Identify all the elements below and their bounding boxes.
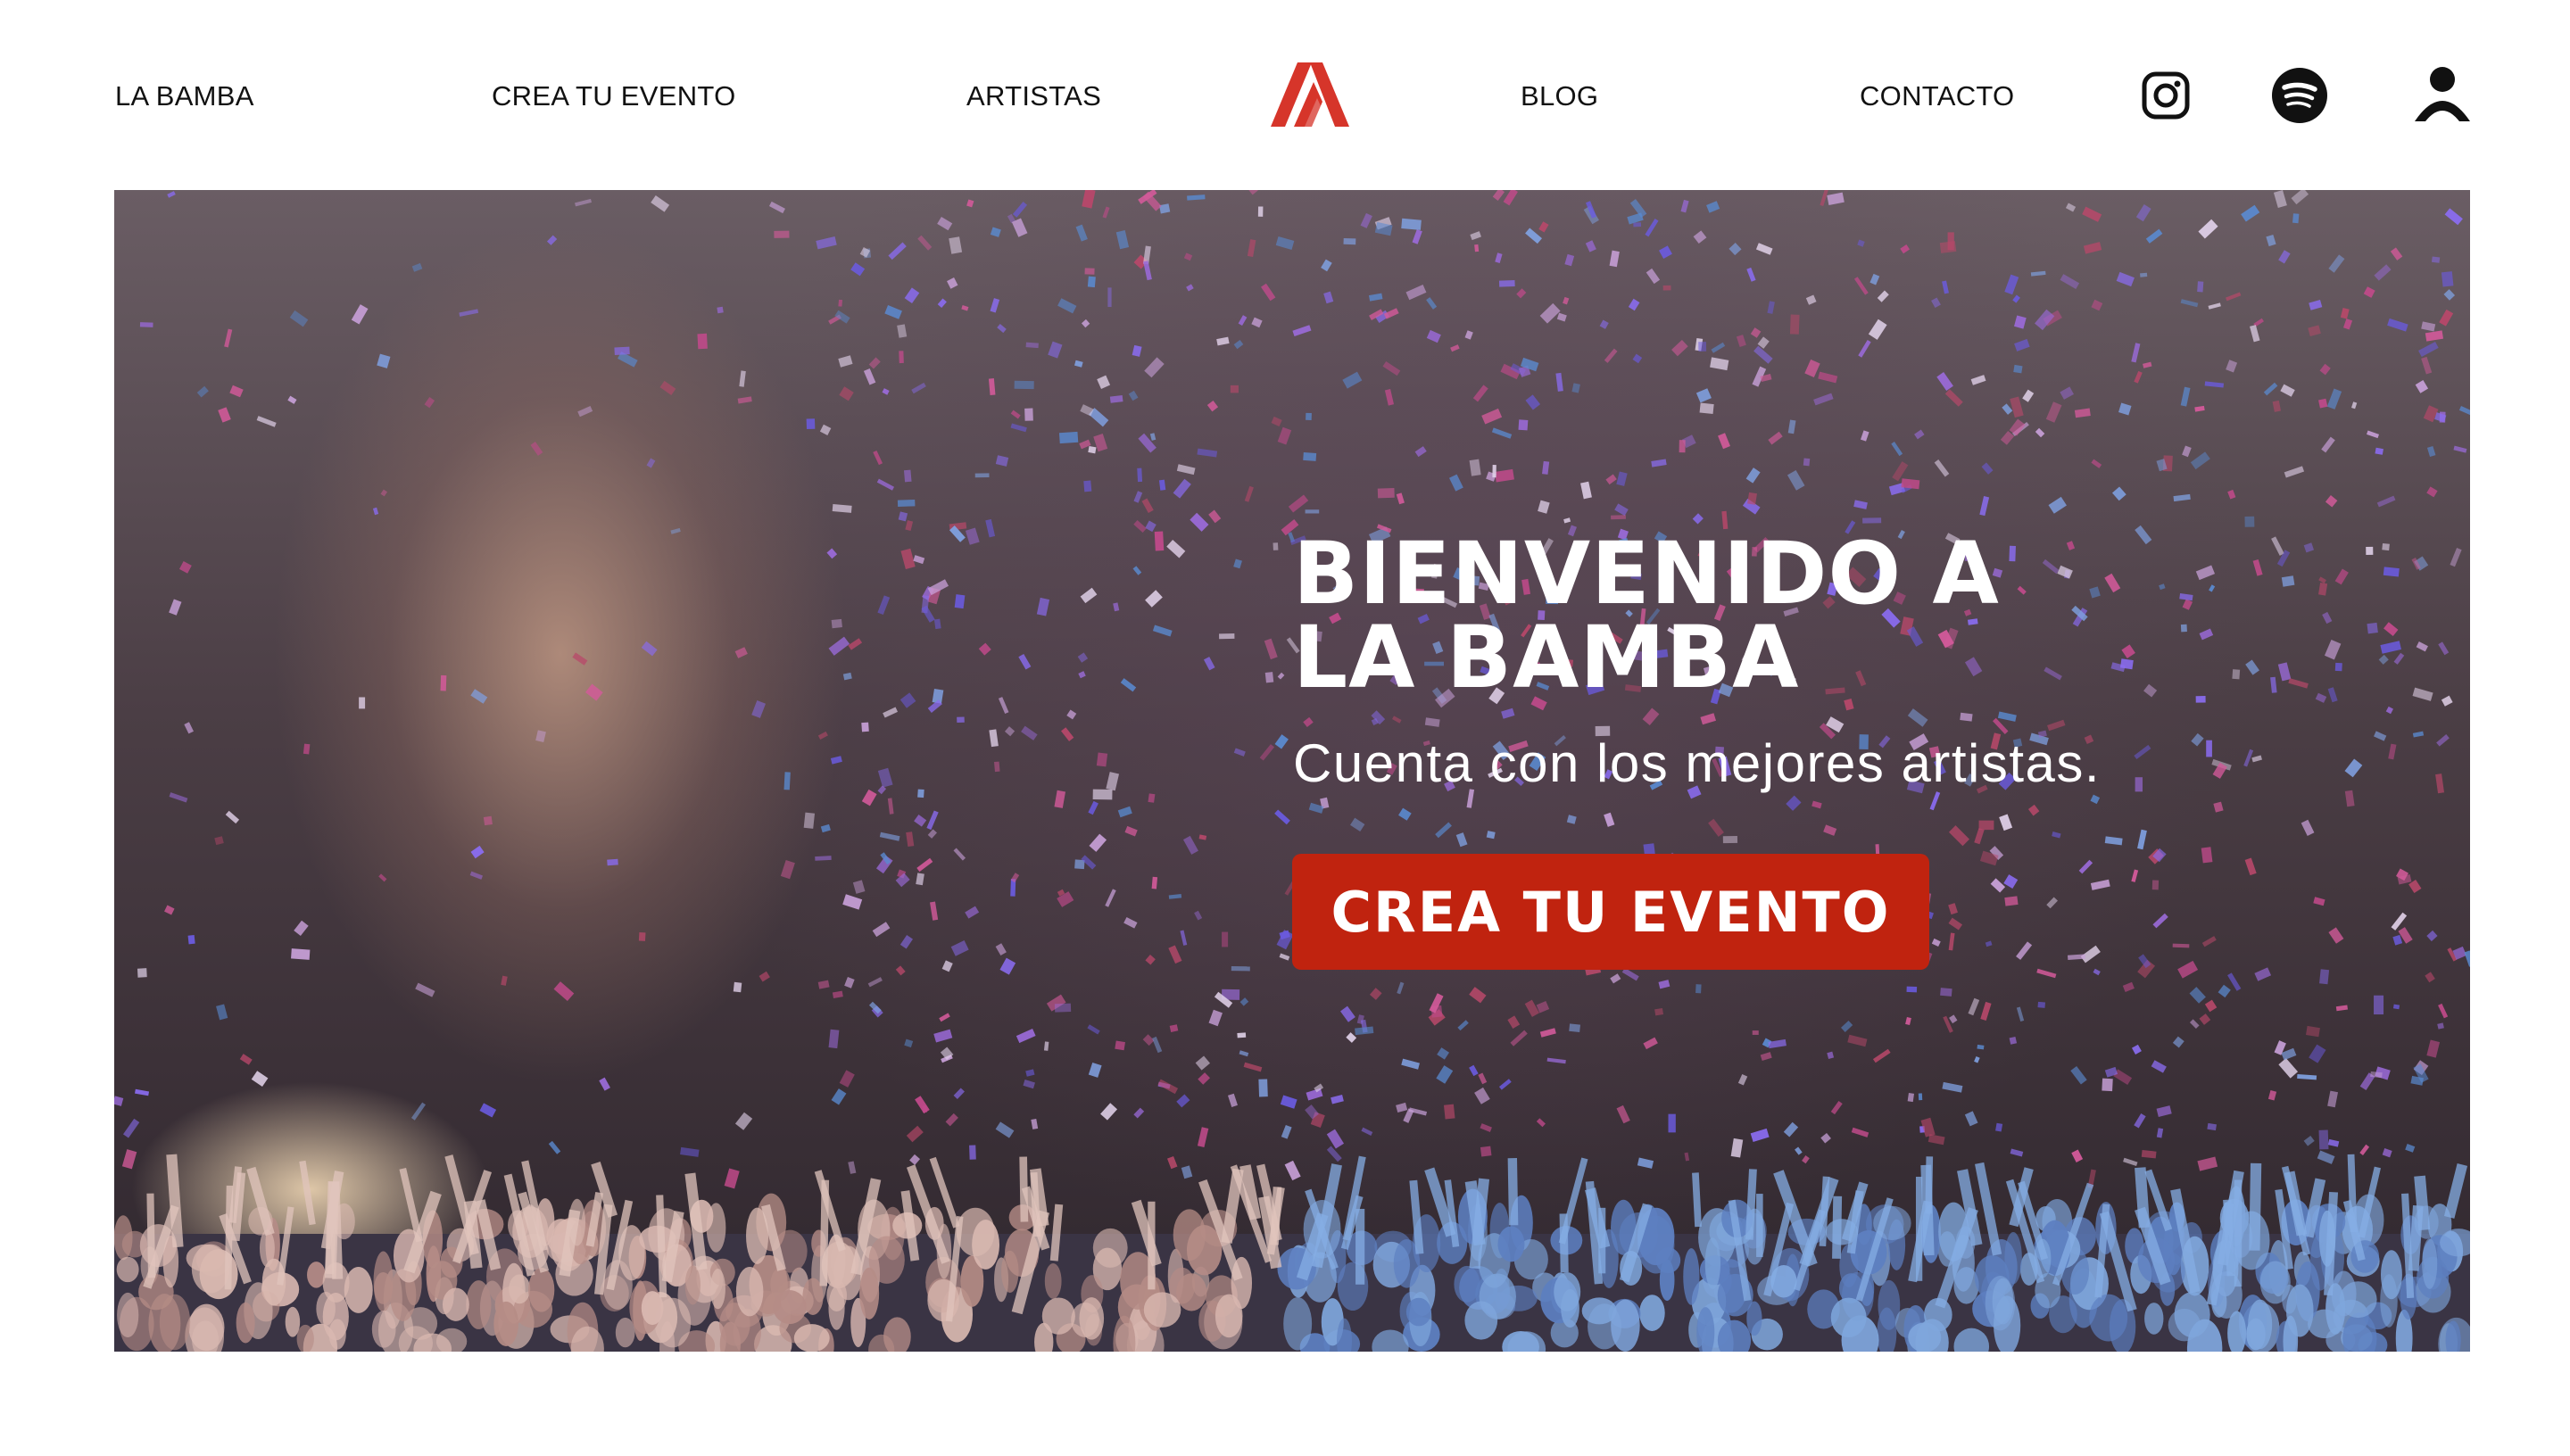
crowd-image <box>114 1154 2470 1352</box>
instagram-icon[interactable] <box>2142 71 2190 120</box>
la-bamba-logo-icon[interactable] <box>1271 62 1349 127</box>
hero-title: BIENVENIDO A LA BAMBA <box>1293 524 2275 707</box>
nav-link-la-bamba[interactable]: LA BAMBA <box>115 77 254 116</box>
hero-title-line-2: LA BAMBA <box>1293 608 1800 707</box>
crea-tu-evento-button[interactable]: CREA TU EVENTO <box>1292 854 1929 970</box>
nav-link-artistas[interactable]: ARTISTAS <box>966 77 1101 116</box>
nav-link-crea-tu-evento[interactable]: CREA TU EVENTO <box>492 77 736 116</box>
nav-link-blog[interactable]: BLOG <box>1521 77 1598 116</box>
nav-link-contacto[interactable]: CONTACTO <box>1860 77 2014 116</box>
user-account-icon[interactable] <box>2415 66 2470 121</box>
hero-title-line-1: BIENVENIDO A <box>1293 524 2000 624</box>
hero-banner: BIENVENIDO A LA BAMBA Cuenta con los mej… <box>114 190 2470 1352</box>
hero-subtitle: Cuenta con los mejores artistas. <box>1293 733 2102 793</box>
spotify-icon[interactable] <box>2272 68 2327 123</box>
top-navigation: LA BAMBA CREA TU EVENTO ARTISTAS BLOG CO… <box>0 0 2570 192</box>
